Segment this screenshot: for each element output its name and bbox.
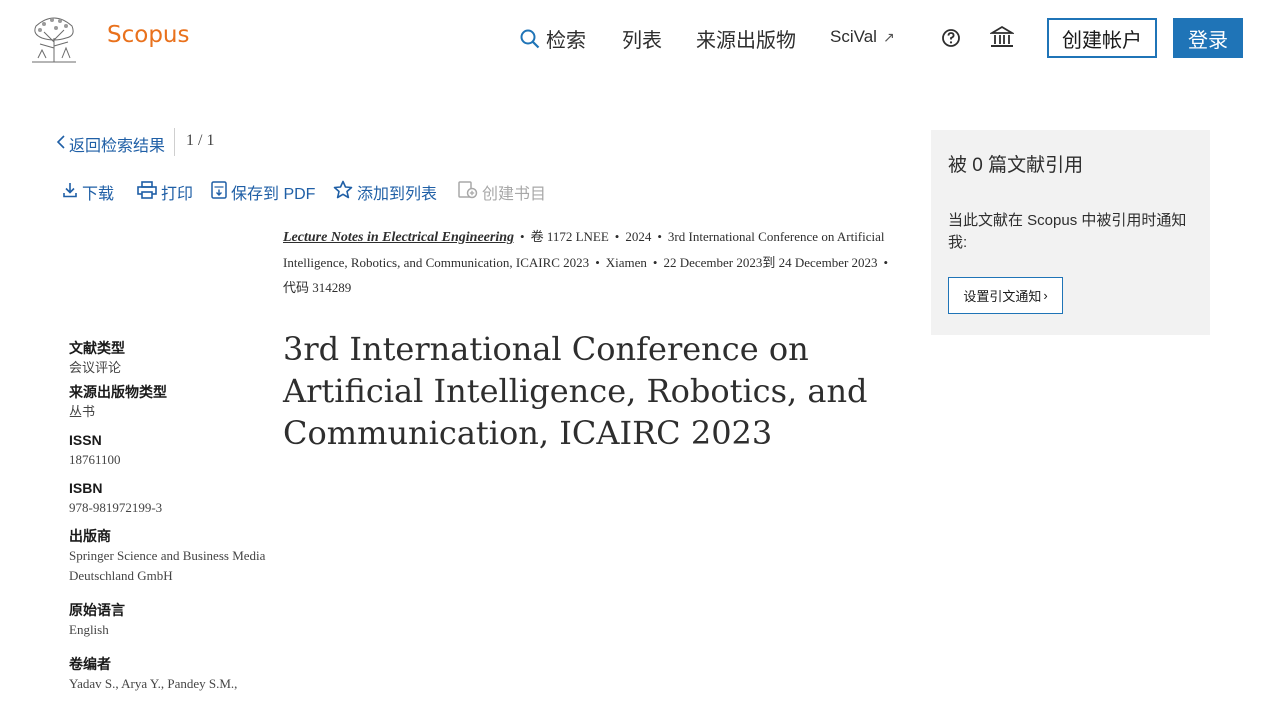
- alert-button-label: 设置引文通知: [963, 289, 1042, 304]
- download-icon: [62, 182, 78, 203]
- nav-scival-label: SciVal: [830, 27, 877, 46]
- publisher-label: 出版商: [69, 528, 111, 544]
- language-label: 原始语言: [69, 602, 125, 618]
- nav-search-label: 检索: [546, 30, 586, 52]
- doc-type-value: 会议评论: [69, 360, 122, 375]
- elsevier-logo[interactable]: [26, 12, 82, 64]
- document-title: 3rd International Conference on Artifici…: [283, 330, 868, 452]
- nav-scival[interactable]: SciVal ↗: [830, 27, 895, 47]
- isbn-value: 978-981972199-3: [69, 500, 163, 515]
- chevron-left-icon: [56, 134, 66, 154]
- separator: •: [595, 255, 600, 270]
- help-icon[interactable]: [941, 28, 961, 53]
- create-bibliography-button[interactable]: 创建书目: [458, 180, 546, 204]
- back-label: 返回检索结果: [69, 138, 166, 155]
- source-type-label: 来源出版物类型: [69, 384, 167, 400]
- language-value: English: [69, 622, 109, 637]
- save-pdf-button[interactable]: 保存到 PDF: [211, 180, 315, 204]
- source-info: Lecture Notes in Electrical Engineering •…: [283, 224, 903, 300]
- sign-in-button[interactable]: 登录: [1173, 18, 1243, 58]
- create-account-button[interactable]: 创建帐户: [1047, 18, 1157, 58]
- nav-sources[interactable]: 来源出版物: [696, 24, 796, 53]
- divider: [174, 128, 175, 156]
- nav-lists[interactable]: 列表: [622, 24, 662, 53]
- editors-value: Yadav S., Arya Y., Pandey S.M.,: [69, 676, 238, 691]
- star-icon: [333, 180, 353, 204]
- doc-type-label: 文献类型: [69, 340, 125, 356]
- download-button[interactable]: 下载: [62, 180, 114, 204]
- external-link-icon: ↗: [882, 28, 895, 45]
- separator: •: [614, 229, 620, 244]
- separator: •: [652, 255, 658, 270]
- document-metadata: 文献类型 会议评论 来源出版物类型 丛书 ISSN 18761100 ISBN …: [69, 338, 269, 702]
- print-button[interactable]: 打印: [137, 180, 193, 204]
- source-volume: 卷 1172 LNEE: [530, 229, 609, 244]
- isbn-label: ISBN: [69, 480, 103, 496]
- publisher-value: Springer Science and Business Media Deut…: [69, 548, 266, 583]
- cited-by-title: 被 0 篇文献引用: [948, 155, 1084, 176]
- print-icon: [137, 180, 157, 204]
- institution-icon[interactable]: [988, 24, 1016, 55]
- separator: •: [883, 255, 889, 270]
- nav-search[interactable]: 检索: [520, 24, 586, 53]
- source-location: Xiamen: [605, 255, 647, 270]
- pdf-icon: [211, 180, 227, 204]
- source-code: 代码 314289: [283, 280, 352, 295]
- issn-value: 18761100: [69, 452, 121, 467]
- print-label: 打印: [161, 186, 194, 203]
- back-to-results-link[interactable]: 返回检索结果: [56, 132, 165, 156]
- editors-label: 卷编者: [69, 656, 111, 672]
- source-type-value: 丛书: [69, 404, 96, 419]
- separator: •: [657, 229, 662, 244]
- add-to-list-button[interactable]: 添加到列表: [333, 180, 437, 204]
- separator: •: [520, 229, 525, 244]
- source-dates: 22 December 2023到 24 December 2023: [663, 255, 878, 270]
- source-title-link[interactable]: Lecture Notes in Electrical Engineering: [283, 230, 514, 245]
- chevron-right-icon: ›: [1043, 288, 1048, 303]
- bibliography-icon: [458, 180, 478, 204]
- citation-alert-text: 当此文献在 Scopus 中被引用时通知我:: [948, 212, 1187, 251]
- add-to-list-label: 添加到列表: [357, 186, 438, 203]
- search-icon: [520, 29, 540, 49]
- create-bibliography-label: 创建书目: [482, 186, 547, 203]
- scopus-brand[interactable]: Scopus: [107, 22, 189, 48]
- source-year: 2024: [625, 229, 652, 244]
- result-pager: 1 / 1: [186, 132, 215, 149]
- set-citation-alert-button[interactable]: 设置引文通知 ›: [948, 277, 1063, 314]
- save-pdf-label: 保存到 PDF: [231, 186, 316, 203]
- download-label: 下载: [82, 186, 115, 203]
- issn-label: ISSN: [69, 432, 102, 448]
